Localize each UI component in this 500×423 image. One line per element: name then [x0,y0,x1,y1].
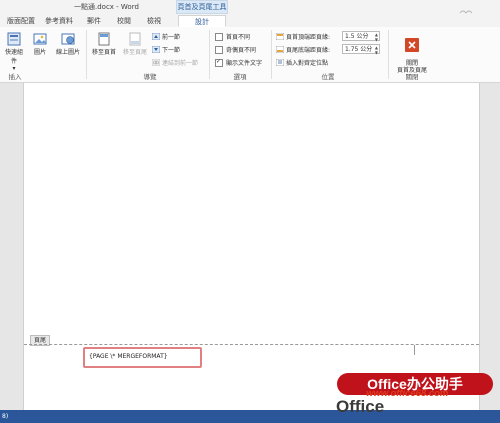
previous-section-button[interactable]: 前一節 [152,32,180,41]
show-document-text-checkbox[interactable]: 顯示文件文字 [215,58,262,68]
group-separator [86,30,87,79]
title-bar: 一點通.docx - Word 頁首及頁尾工具 [0,0,500,22]
ribbon-tabs: 版面配置 參考資料 郵件 校閱 檢視 設計 [0,14,500,28]
group-separator [388,30,389,79]
group-label-insert: 插入 [8,73,22,81]
tab-references[interactable]: 參考資料 [44,15,74,27]
go-to-footer-button[interactable]: 移至頁尾 [120,32,150,56]
picture-label: 圖片 [33,49,46,56]
tab-view[interactable]: 檢視 [144,15,164,27]
next-section-button[interactable]: 下一節 [152,45,180,54]
footer-from-bottom-input[interactable]: 1.75 公分 ▲ ▼ [342,44,380,55]
next-label: 下一節 [162,47,181,54]
header-from-top-label-row: 頁首頂端距頁緣: [276,32,330,41]
document-area: 頁尾 {PAGE \* MERGEFORMAT} [0,83,500,410]
header-from-top-value: 1.5 公分 [345,33,369,40]
online-picture-icon [61,33,75,45]
page-field-code[interactable]: {PAGE \* MERGEFORMAT} [83,347,202,368]
close-header-footer-button[interactable]: 關閉 頁首及頁尾 [392,31,432,74]
group-separator [271,30,272,79]
go-to-header-button[interactable]: 移至頁首 [89,32,119,56]
field-code-value: PAGE \* MERGEFORMAT [92,353,164,360]
link-icon [152,59,160,66]
group-label-position: 位置 [321,73,335,81]
different-odd-even-checkbox[interactable]: 奇偶頁不同 [215,45,256,55]
go-to-header-icon [98,32,110,46]
checkbox-checked-icon [215,58,223,67]
quick-parts-button[interactable]: 快速組件 ▾ [3,32,25,72]
spinner-arrows-icon[interactable]: ▲ ▼ [375,32,378,42]
tab-layout[interactable]: 版面配置 [2,15,40,27]
online-picture-button[interactable]: 線上圖片 [53,32,83,56]
alignment-tab-icon [276,59,284,66]
go-to-footer-label: 移至頁尾 [122,49,147,56]
next-icon [152,46,160,53]
watermark-url: www.office68.com [366,388,449,399]
go-to-header-label: 移至頁首 [91,49,116,56]
footer-from-bottom-label-row: 頁尾底端距頁緣: [276,45,330,54]
group-separator [209,30,210,79]
document-page[interactable]: 頁尾 {PAGE \* MERGEFORMAT} [23,83,480,410]
header-from-top-input[interactable]: 1.5 公分 ▲ ▼ [342,31,380,42]
header-position-icon [276,33,284,40]
checkbox-icon [215,45,223,54]
different-first-page-label: 首頁不同 [226,34,251,41]
field-brace-close: } [163,353,168,360]
field-code-text: {PAGE \* MERGEFORMAT} [89,353,168,360]
status-bar: 8) [0,410,500,423]
contextual-tab-group: 頁首及頁尾工具 [176,0,228,14]
different-odd-even-label: 奇偶頁不同 [226,47,257,54]
status-text: 8) [2,413,9,420]
previous-icon [152,33,160,40]
previous-label: 前一節 [162,34,181,41]
link-to-previous-button[interactable]: 連結到前一節 [152,58,198,67]
tab-mailings[interactable]: 郵件 [84,15,104,27]
link-to-previous-label: 連結到前一節 [162,60,199,67]
picture-icon [33,33,47,45]
group-label-navigation: 導覽 [143,73,157,81]
insert-alignment-tab-button[interactable]: 插入對齊定位點 [276,58,328,67]
footer-from-bottom-value: 1.75 公分 [345,46,373,53]
close-icon [405,38,419,52]
spinner-arrows-icon[interactable]: ▲ ▼ [375,45,378,55]
footer-position-icon [276,46,284,53]
quick-parts-icon [7,32,21,46]
header-from-top-label: 頁首頂端距頁緣: [286,34,331,41]
group-label-close: 關閉 [405,73,419,81]
show-document-text-label: 顯示文件文字 [226,60,263,67]
picture-button[interactable]: 圖片 [31,32,49,56]
online-picture-label: 線上圖片 [55,49,80,56]
quick-parts-label: 快速組件 [4,49,23,65]
window-title: 一點通.docx - Word [74,3,139,11]
ribbon: 快速組件 ▾ 圖片 線上圖片 插入 移至頁首 移至頁尾 前一節 下一節 連結到前一… [0,27,500,83]
tab-design[interactable]: 設計 [178,15,226,27]
footer-from-bottom-label: 頁尾底端距頁緣: [286,47,331,54]
checkbox-icon [215,32,223,41]
watermark-brand-text: Office [336,397,385,416]
group-label-options: 選項 [233,73,247,81]
go-to-footer-icon [129,32,141,46]
footer-boundary-line [24,344,479,345]
right-margin-mark [414,345,415,355]
different-first-page-checkbox[interactable]: 首頁不同 [215,32,250,42]
insert-alignment-tab-label: 插入對齊定位點 [286,60,329,67]
tab-review[interactable]: 校閱 [114,15,134,27]
